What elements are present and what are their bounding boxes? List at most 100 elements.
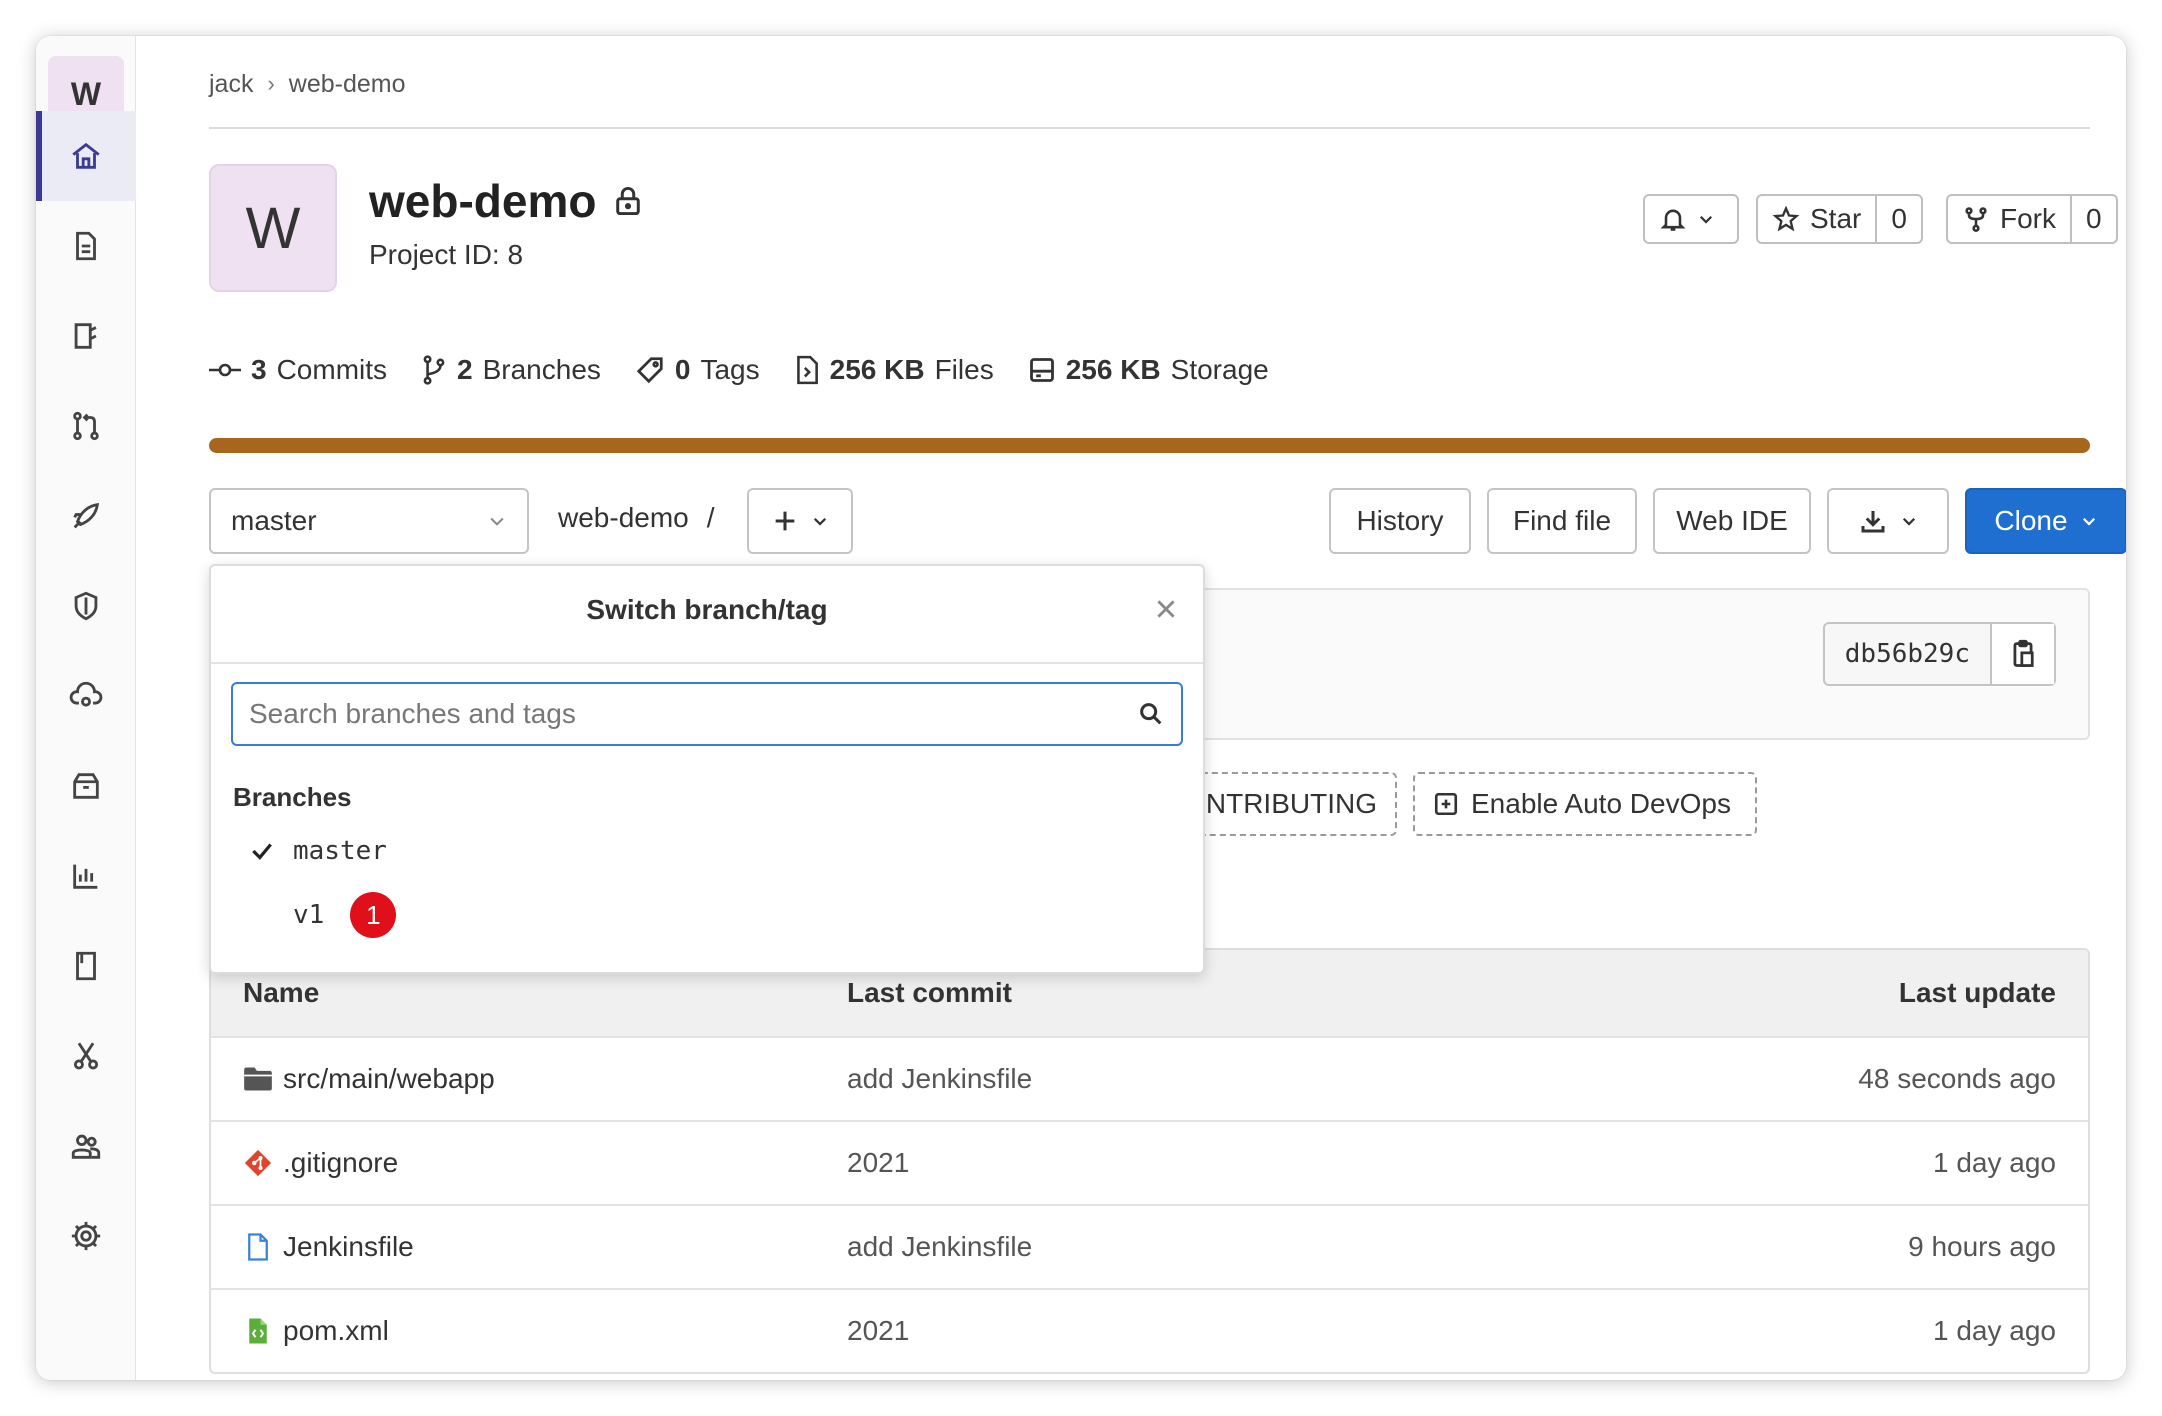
file-name-link[interactable]: .gitignore [283, 1147, 398, 1179]
sidebar-item-repository[interactable] [36, 201, 136, 291]
commit-sha[interactable]: db56b29c [1825, 624, 1992, 684]
scissors-icon [73, 1042, 99, 1070]
project-stats: 3 Commits 2 Branches 0 Tags 256 KB Files… [209, 354, 1269, 386]
commits-label: Commits [276, 354, 388, 385]
chevron-down-icon [2082, 517, 2095, 526]
users-icon [71, 1134, 101, 1159]
chevron-down-icon [490, 517, 504, 526]
sidebar-item-security[interactable] [36, 561, 136, 651]
file-table: Name Last commit Last update src/main/we… [209, 948, 2090, 1374]
branch-option-label: master [293, 836, 387, 866]
sidebar-item-deployments[interactable] [36, 651, 136, 741]
fork-button[interactable]: Fork 0 [1946, 194, 2118, 244]
branch-option-v1[interactable]: v1 1 [211, 886, 1203, 944]
column-header-name: Name [243, 977, 320, 1008]
branches-count: 2 [457, 354, 473, 385]
commit-icon [209, 363, 241, 377]
download-dropdown[interactable] [1827, 488, 1949, 554]
branches-label: Branches [482, 354, 601, 385]
branch-option-master[interactable]: master [211, 822, 1203, 880]
branch-option-label: v1 [293, 900, 325, 930]
branches-section-header: Branches [233, 782, 352, 812]
chevron-down-icon [1699, 215, 1713, 224]
add-file-dropdown[interactable] [747, 488, 853, 554]
column-header-last-commit: Last commit [847, 977, 1012, 1008]
commit-message-link[interactable]: add Jenkinsfile [847, 1231, 1688, 1263]
files-stat[interactable]: 256 KB Files [794, 354, 994, 386]
star-count[interactable]: 0 [1875, 196, 1921, 242]
sidebar-item-packages[interactable] [36, 741, 136, 831]
breadcrumb-project-link[interactable]: web-demo [289, 70, 406, 99]
file-icon [248, 1233, 268, 1261]
language-bar[interactable] [209, 438, 2090, 453]
table-row[interactable]: Jenkinsfile add Jenkinsfile 9 hours ago [211, 1204, 2088, 1288]
commit-message-link[interactable]: 2021 [847, 1315, 1688, 1347]
last-update: 9 hours ago [1908, 1231, 2056, 1262]
sidebar: W [36, 36, 136, 1380]
tags-stat[interactable]: 0 Tags [635, 354, 760, 386]
commit-message-link[interactable]: add Jenkinsfile [847, 1063, 1688, 1095]
table-row[interactable]: pom.xml 2021 1 day ago [211, 1288, 2088, 1372]
files-label: Files [934, 354, 994, 385]
files-size: 256 KB [829, 354, 925, 385]
sidebar-item-members[interactable] [36, 1101, 136, 1191]
copy-sha-button[interactable] [1992, 624, 2054, 684]
path-root-link[interactable]: web-demo [558, 502, 689, 534]
sidebar-item-merge-requests[interactable] [36, 381, 136, 471]
web-ide-button[interactable]: Web IDE [1653, 488, 1811, 554]
history-button[interactable]: History [1329, 488, 1471, 554]
commit-sha-group: db56b29c [1822, 622, 2056, 686]
star-button[interactable]: Star 0 [1756, 194, 1923, 244]
book-icon [76, 951, 96, 981]
git-file-icon [244, 1149, 272, 1177]
chevron-down-icon [1902, 517, 1916, 526]
close-icon [1157, 600, 1175, 618]
commits-stat[interactable]: 3 Commits [209, 354, 387, 386]
cloud-icon [69, 681, 103, 707]
branch-search-input[interactable] [249, 698, 1129, 730]
plus-square-icon [1434, 792, 1458, 816]
switch-branch-dropdown: Switch branch/tag Branches master v1 1 [209, 564, 1205, 974]
sidebar-item-snippets[interactable] [36, 1011, 136, 1101]
storage-icon [1029, 358, 1054, 382]
sidebar-item-issues[interactable] [36, 291, 136, 381]
main-content: jack › web-demo W web-demo Project ID: 8… [173, 36, 2126, 1380]
branches-stat[interactable]: 2 Branches [421, 354, 601, 386]
clone-button[interactable]: Clone [1965, 488, 2126, 554]
table-row[interactable]: .gitignore 2021 1 day ago [211, 1120, 2088, 1204]
find-file-button[interactable]: Find file [1487, 488, 1637, 554]
sidebar-item-ci-cd[interactable] [36, 471, 136, 561]
project-title: web-demo [369, 174, 642, 228]
sidebar-item-analytics[interactable] [36, 831, 136, 921]
path-separator: / [706, 502, 715, 533]
app-window: W jack › web-demo W web-demo Project ID:… [36, 36, 2126, 1380]
plus-icon [775, 511, 795, 531]
dropdown-title: Switch branch/tag [586, 594, 828, 625]
repo-path: web-demo / [558, 502, 715, 534]
bell-icon [1660, 209, 1686, 231]
file-name-link[interactable]: pom.xml [283, 1315, 389, 1347]
fork-count[interactable]: 0 [2070, 196, 2116, 242]
fork-label: Fork [2000, 203, 2056, 234]
sidebar-item-project-overview[interactable] [36, 111, 136, 201]
enable-auto-devops-button[interactable]: Enable Auto DevOps [1413, 772, 1757, 836]
file-name-link[interactable]: Jenkinsfile [283, 1231, 414, 1263]
storage-size: 256 KB [1065, 354, 1161, 385]
tags-label: Tags [700, 354, 760, 385]
download-icon [1861, 511, 1885, 533]
auto-devops-label: Enable Auto DevOps [1471, 788, 1731, 819]
dropdown-close-button[interactable] [1153, 596, 1179, 627]
project-avatar: W [209, 164, 337, 292]
file-name-link[interactable]: src/main/webapp [283, 1063, 495, 1095]
notification-dropdown[interactable] [1643, 194, 1739, 244]
commit-message-link[interactable]: 2021 [847, 1147, 1688, 1179]
table-row[interactable]: src/main/webapp add Jenkinsfile 48 secon… [211, 1036, 2088, 1120]
storage-stat[interactable]: 256 KB Storage [1028, 354, 1269, 386]
breadcrumb-owner-link[interactable]: jack [209, 70, 253, 99]
divider [211, 662, 1203, 664]
branch-selector[interactable]: master [209, 488, 529, 554]
sidebar-item-settings[interactable] [36, 1191, 136, 1281]
tag-icon [636, 357, 663, 384]
sidebar-item-wiki[interactable] [36, 921, 136, 1011]
breadcrumb-separator: › [267, 71, 275, 96]
